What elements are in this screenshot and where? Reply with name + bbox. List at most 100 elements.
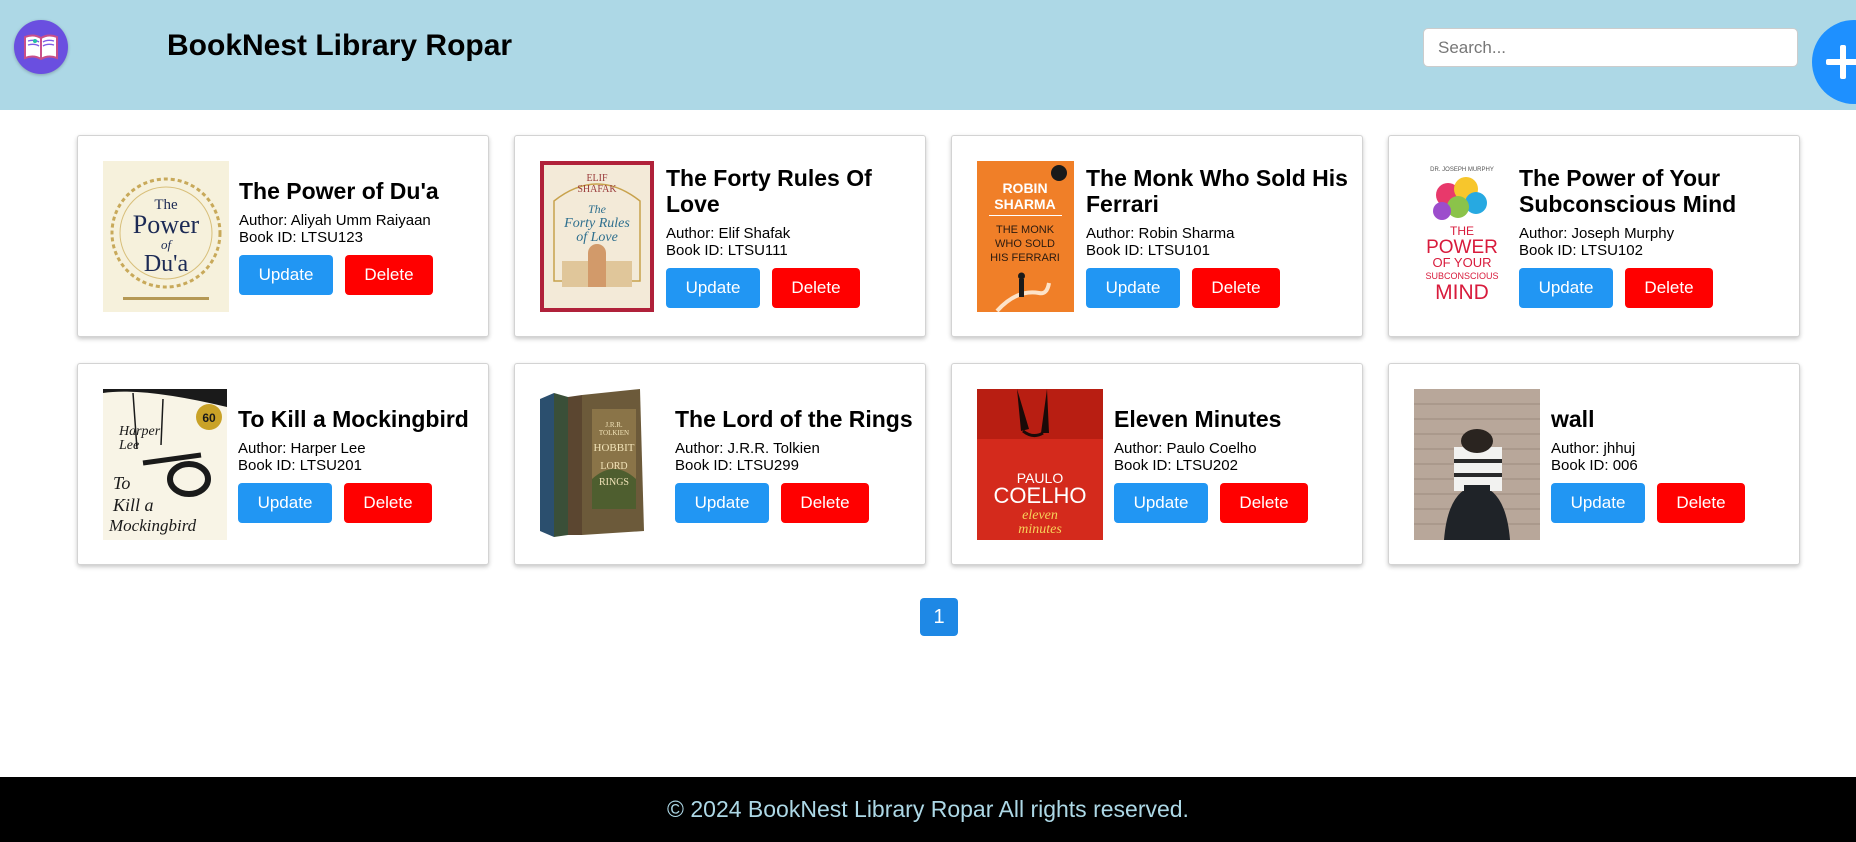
book-title: The Monk Who Sold His Ferrari xyxy=(1086,164,1348,217)
update-button[interactable]: Update xyxy=(666,267,760,308)
svg-text:Power: Power xyxy=(133,210,200,239)
update-button[interactable]: Update xyxy=(238,482,332,523)
book-info: The Power of Your Subconscious Mind Auth… xyxy=(1519,136,1799,336)
svg-text:Harper: Harper xyxy=(118,424,161,439)
book-info: The Lord of the Rings Author: J.R.R. Tol… xyxy=(675,364,913,564)
book-id: Book ID: LTSU111 xyxy=(666,241,788,259)
book-info: The Forty Rules Of Love Author: Elif Sha… xyxy=(666,136,925,336)
book-cover: ELIF SHAFAK The Forty Rules of Love xyxy=(540,161,654,312)
svg-text:Mockingbird: Mockingbird xyxy=(108,516,197,535)
svg-text:TOLKIEN: TOLKIEN xyxy=(599,429,629,437)
book-cover: PAULO COELHO eleven minutes xyxy=(977,389,1103,540)
delete-button[interactable]: Delete xyxy=(1192,267,1280,308)
svg-text:minutes: minutes xyxy=(1018,522,1062,537)
book-id: Book ID: LTSU102 xyxy=(1519,241,1643,259)
book-card: wall Author: jhhuj Book ID: 006 Update D… xyxy=(1388,363,1800,565)
update-button[interactable]: Update xyxy=(1086,267,1180,308)
delete-button[interactable]: Delete xyxy=(1657,482,1745,523)
book-id: Book ID: 006 xyxy=(1551,456,1638,474)
book-title: The Power of Your Subconscious Mind xyxy=(1519,164,1737,217)
delete-button[interactable]: Delete xyxy=(344,482,432,523)
book-id: Book ID: LTSU299 xyxy=(675,456,799,474)
svg-text:The: The xyxy=(588,202,607,216)
svg-text:60: 60 xyxy=(202,411,216,425)
update-button[interactable]: Update xyxy=(675,482,769,523)
delete-button[interactable]: Delete xyxy=(1220,482,1308,523)
svg-text:THE MONK: THE MONK xyxy=(996,224,1055,236)
book-card: J.R.R. TOLKIEN HOBBIT LORD RINGS The Lor… xyxy=(514,363,926,565)
book-cover: DR. JOSEPH MURPHY THE POWER OF YOUR SUBC… xyxy=(1414,161,1510,312)
book-author: Author: Harper Lee xyxy=(238,439,366,457)
update-button[interactable]: Update xyxy=(239,254,333,295)
svg-text:RINGS: RINGS xyxy=(599,477,629,488)
svg-text:HOBBIT: HOBBIT xyxy=(594,442,635,454)
svg-text:COELHO: COELHO xyxy=(994,483,1087,508)
book-info: Eleven Minutes Author: Paulo Coelho Book… xyxy=(1114,364,1308,564)
book-id: Book ID: LTSU123 xyxy=(239,228,363,246)
svg-text:MIND: MIND xyxy=(1435,281,1489,304)
book-author: Author: Aliyah Umm Raiyaan xyxy=(239,211,431,229)
site-title: BookNest Library Ropar xyxy=(167,29,513,62)
svg-text:To: To xyxy=(113,473,130,493)
book-info: To Kill a Mockingbird Author: Harper Lee… xyxy=(238,364,469,564)
book-title: The Lord of the Rings xyxy=(675,405,913,432)
open-book-icon xyxy=(24,34,58,61)
svg-text:WHO SOLD: WHO SOLD xyxy=(995,238,1055,250)
book-card: PAULO COELHO eleven minutes Eleven Minut… xyxy=(951,363,1363,565)
book-title: Eleven Minutes xyxy=(1114,405,1282,432)
book-id: Book ID: LTSU202 xyxy=(1114,456,1238,474)
svg-text:Kill a: Kill a xyxy=(112,495,154,515)
svg-text:DR. JOSEPH MURPHY: DR. JOSEPH MURPHY xyxy=(1430,167,1494,173)
book-cover: The Power of Du'a xyxy=(103,161,229,312)
svg-text:J.R.R.: J.R.R. xyxy=(605,421,623,429)
svg-text:Lee: Lee xyxy=(118,438,139,453)
svg-text:ELIF: ELIF xyxy=(586,173,608,184)
plus-icon xyxy=(1826,45,1856,79)
footer: © 2024 BookNest Library Ropar All rights… xyxy=(0,777,1856,842)
svg-text:Forty Rules: Forty Rules xyxy=(563,216,630,231)
svg-text:of Love: of Love xyxy=(576,230,618,245)
search-input[interactable] xyxy=(1423,28,1798,67)
book-title: To Kill a Mockingbird xyxy=(238,405,469,432)
book-cover: ROBIN SHARMA THE MONK WHO SOLD HIS FERRA… xyxy=(977,161,1074,312)
delete-button[interactable]: Delete xyxy=(1625,267,1713,308)
footer-copyright: © 2024 BookNest Library Ropar All rights… xyxy=(667,796,1189,822)
book-info: The Power of Du'a Author: Aliyah Umm Rai… xyxy=(239,136,439,336)
book-author: Author: Elif Shafak xyxy=(666,224,791,242)
svg-text:OF YOUR: OF YOUR xyxy=(1433,255,1492,270)
book-title: The Forty Rules Of Love xyxy=(666,164,872,217)
book-cover: J.R.R. TOLKIEN HOBBIT LORD RINGS xyxy=(540,389,664,540)
book-card: ELIF SHAFAK The Forty Rules of Love The … xyxy=(514,135,926,337)
delete-button[interactable]: Delete xyxy=(772,267,860,308)
book-grid: The Power of Du'a The Power of Du'a Auth… xyxy=(77,135,1800,565)
book-author: Author: jhhuj xyxy=(1551,439,1636,457)
svg-text:HIS FERRARI: HIS FERRARI xyxy=(990,252,1060,264)
svg-text:Du'a: Du'a xyxy=(144,251,189,277)
book-cover: 60 Harper Lee To Kill a Mockingbird xyxy=(103,389,227,540)
book-title: The Power of Du'a xyxy=(239,177,439,204)
book-author: Author: Robin Sharma xyxy=(1086,224,1235,242)
update-button[interactable]: Update xyxy=(1551,482,1645,523)
library-logo[interactable] xyxy=(14,20,68,74)
book-card: ROBIN SHARMA THE MONK WHO SOLD HIS FERRA… xyxy=(951,135,1363,337)
pagination-page-1[interactable]: 1 xyxy=(920,598,958,636)
add-book-button[interactable] xyxy=(1812,20,1856,104)
update-button[interactable]: Update xyxy=(1519,267,1613,308)
update-button[interactable]: Update xyxy=(1114,482,1208,523)
book-card: DR. JOSEPH MURPHY THE POWER OF YOUR SUBC… xyxy=(1388,135,1800,337)
header: BookNest Library Ropar xyxy=(0,0,1856,110)
book-title: wall xyxy=(1551,405,1595,432)
svg-text:THE: THE xyxy=(1450,224,1474,238)
book-card: The Power of Du'a The Power of Du'a Auth… xyxy=(77,135,489,337)
svg-text:SHAFAK: SHAFAK xyxy=(577,184,617,195)
delete-button[interactable]: Delete xyxy=(781,482,869,523)
book-author: Author: Joseph Murphy xyxy=(1519,224,1675,242)
svg-text:ROBIN: ROBIN xyxy=(1002,180,1047,196)
book-id: Book ID: LTSU201 xyxy=(238,456,362,474)
svg-text:SUBCONSCIOUS: SUBCONSCIOUS xyxy=(1425,271,1498,281)
svg-text:eleven: eleven xyxy=(1022,508,1058,523)
svg-text:SHARMA: SHARMA xyxy=(994,196,1055,212)
svg-text:LORD: LORD xyxy=(600,461,627,472)
delete-button[interactable]: Delete xyxy=(345,254,433,295)
book-author: Author: Paulo Coelho xyxy=(1114,439,1257,457)
